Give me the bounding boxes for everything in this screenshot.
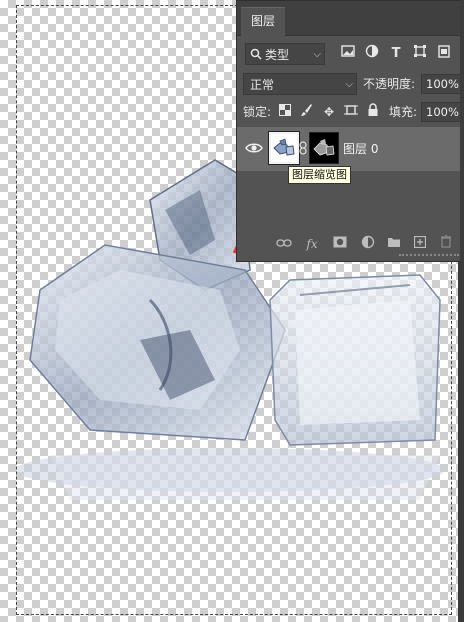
layer-mask-image xyxy=(313,139,335,156)
lock-label: 锁定: xyxy=(243,105,272,119)
layer-filter-select[interactable]: 类型 ⌵ xyxy=(245,43,325,65)
fill-label: 填充: xyxy=(389,105,418,119)
add-mask-icon[interactable] xyxy=(331,235,349,253)
panel-tabbar: 图层 xyxy=(237,1,463,36)
filter-row: 类型 ⌵ T xyxy=(237,43,464,67)
opacity-input[interactable]: 100% xyxy=(421,74,464,94)
eye-icon[interactable] xyxy=(245,139,263,157)
layer-mask-thumbnail[interactable] xyxy=(309,132,339,164)
shape-filter-icon[interactable] xyxy=(411,44,429,64)
chevron-down-icon: ⌵ xyxy=(313,48,321,60)
filter-type-label: 类型 xyxy=(265,47,290,62)
blend-mode-value: 正常 xyxy=(250,77,275,92)
layers-panel: 图层 类型 ⌵ T 正常 ⌵ 不透明度: 100% 锁定: ✥ 填充: 100%… xyxy=(236,0,464,262)
adjustment-layer-icon[interactable] xyxy=(359,235,377,253)
trash-icon[interactable] xyxy=(437,235,455,253)
layer-thumbnail[interactable] xyxy=(268,131,300,165)
layer-row[interactable]: 图层 0 xyxy=(237,127,464,171)
layer-name[interactable]: 图层 0 xyxy=(343,140,378,157)
opacity-label: 不透明度: xyxy=(363,77,416,91)
chevron-down-icon: ⌵ xyxy=(345,78,353,90)
lock-image-pixels-icon[interactable] xyxy=(299,103,315,121)
new-layer-icon[interactable] xyxy=(411,235,429,253)
link-layers-icon[interactable] xyxy=(275,235,293,253)
layer-thumbnail-tooltip: 图层缩览图 xyxy=(288,166,351,184)
image-filter-icon[interactable] xyxy=(339,44,357,64)
tab-layers[interactable]: 图层 xyxy=(241,7,286,36)
fill-input[interactable]: 100% xyxy=(421,102,464,122)
smart-object-filter-icon[interactable] xyxy=(435,44,453,64)
adjustment-filter-icon[interactable] xyxy=(363,44,381,64)
group-folder-icon[interactable] xyxy=(385,235,403,253)
type-filter-icon[interactable]: T xyxy=(387,44,405,64)
blend-row: 正常 ⌵ 不透明度: 100% xyxy=(237,73,464,97)
lock-position-icon[interactable]: ✥ xyxy=(321,103,337,121)
lock-row: 锁定: ✥ 填充: 100% xyxy=(237,101,464,125)
search-icon xyxy=(250,48,262,60)
fx-icon[interactable]: fx xyxy=(303,235,321,253)
lock-artboard-icon[interactable] xyxy=(343,103,359,121)
lock-transparent-pixels-icon[interactable] xyxy=(277,103,293,121)
blend-mode-select[interactable]: 正常 ⌵ xyxy=(243,73,357,95)
layer-thumbnail-image xyxy=(273,138,295,156)
lock-all-icon[interactable] xyxy=(365,103,381,121)
panel-resize-grip[interactable] xyxy=(399,254,459,260)
chain-link-icon[interactable] xyxy=(299,141,307,155)
panel-scrollbar[interactable] xyxy=(460,0,464,262)
